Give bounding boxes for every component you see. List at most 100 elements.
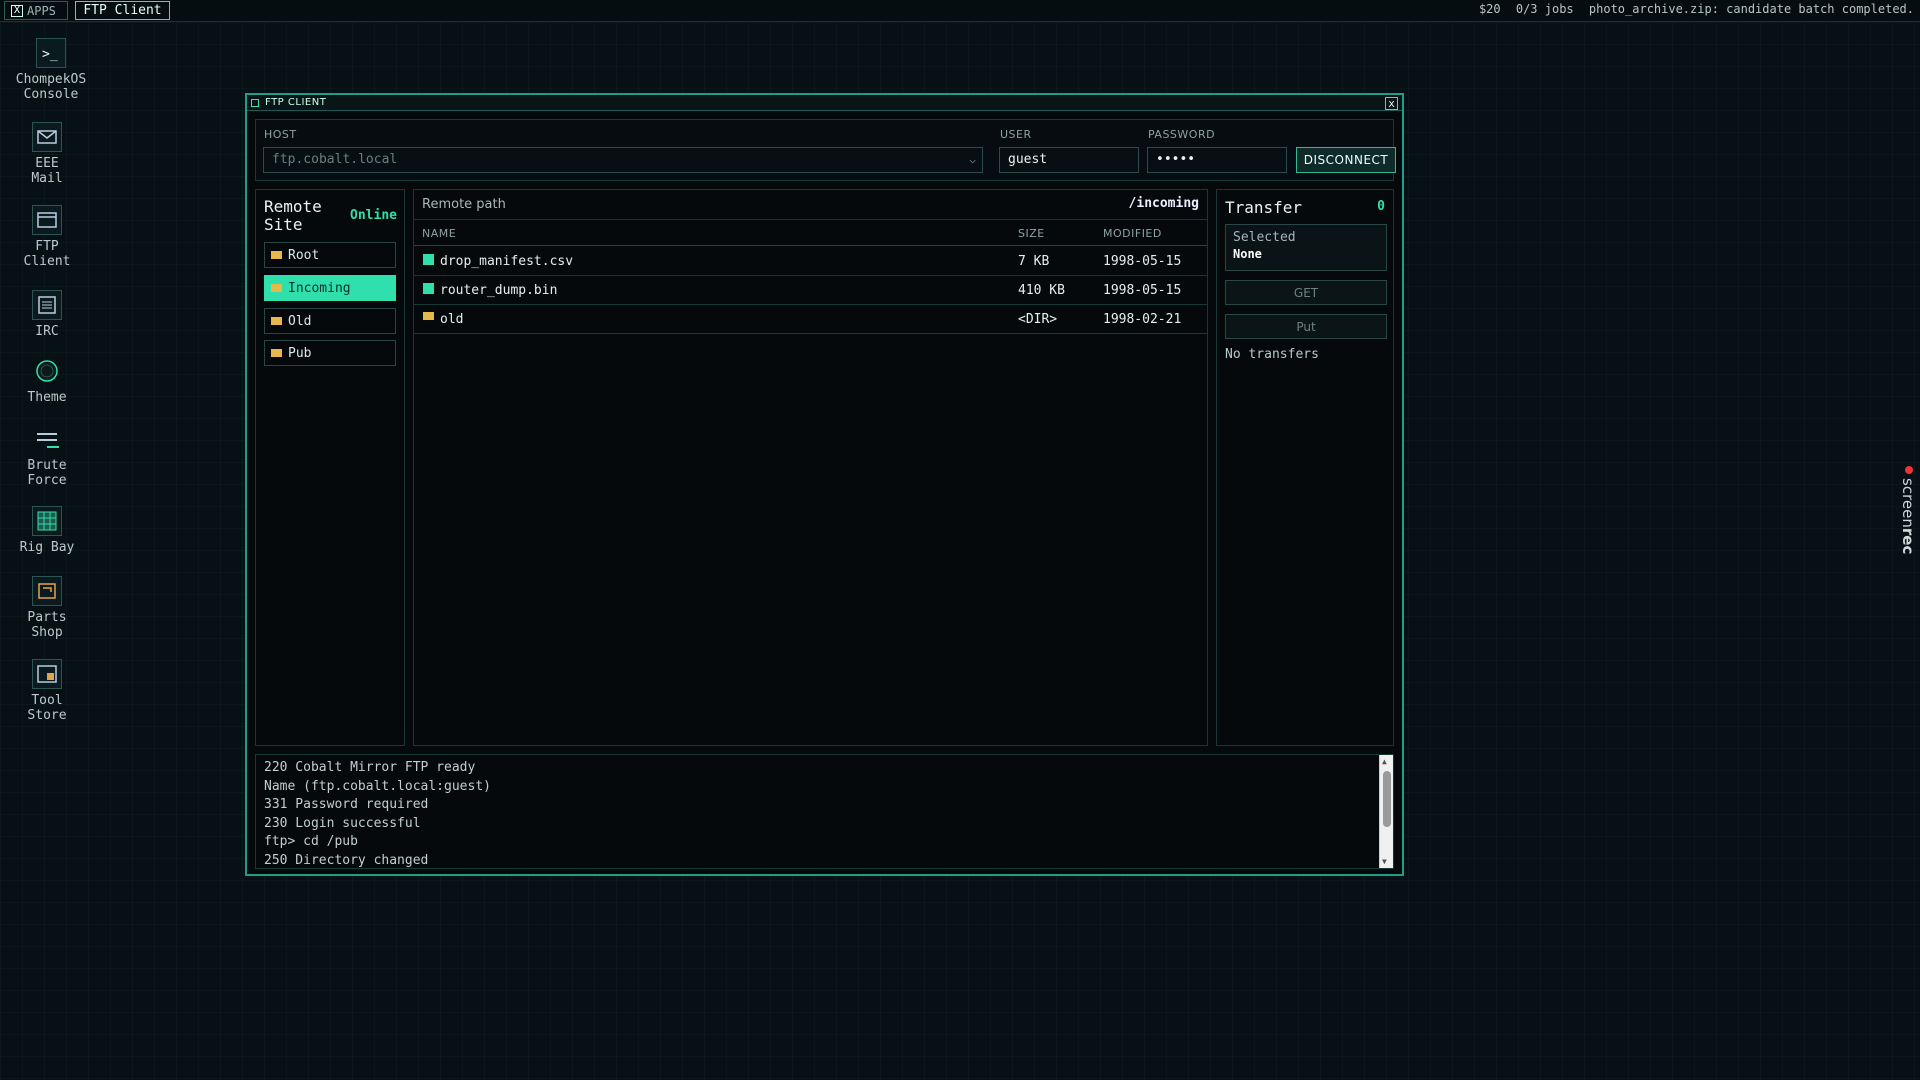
transfer-panel: Transfer 0 Selected None GET Put No tran…: [1216, 189, 1394, 746]
table-row[interactable]: router_dump.bin 410 KB 1998-05-15: [414, 276, 1207, 305]
record-dot-icon: [1905, 466, 1913, 474]
rig-bay-icon: [32, 506, 62, 536]
file-modified: 1998-05-15: [1103, 283, 1182, 298]
irc-icon: [32, 290, 62, 320]
console-log[interactable]: 220 Cobalt Mirror FTP ready Name (ftp.co…: [255, 754, 1394, 869]
column-header-name[interactable]: NAME: [422, 227, 456, 240]
desktop-icon-label: ChompekOS: [15, 72, 87, 87]
apps-label: APPS: [27, 3, 56, 18]
desktop-icon-label: Mail: [31, 171, 63, 186]
screenrec-watermark: screenrec: [1899, 466, 1918, 562]
desktop-icon-label: IRC: [35, 324, 59, 339]
selected-label: Selected: [1233, 230, 1296, 245]
tool-store-icon: [32, 659, 62, 689]
desktop-icon-label: Force: [27, 473, 67, 488]
taskbar-item-ftp-client[interactable]: FTP Client: [75, 1, 170, 20]
file-modified: 1998-02-21: [1103, 312, 1182, 327]
desktop-icon-console[interactable]: >_ ChompekOS Console: [4, 38, 98, 102]
remote-path-label: Remote path: [422, 197, 506, 212]
host-label: HOST: [264, 128, 297, 141]
watermark-text: screenrec: [1899, 478, 1917, 554]
apps-button[interactable]: X APPS: [4, 1, 68, 20]
file-icon: [423, 254, 434, 265]
desktop-icon-theme[interactable]: Theme: [0, 356, 94, 405]
password-input[interactable]: •••••: [1147, 147, 1287, 173]
money-readout: $20: [1478, 2, 1501, 16]
log-line: Name (ftp.cobalt.local:guest): [264, 778, 491, 794]
desktop-icon-rig-bay[interactable]: Rig Bay: [0, 506, 94, 555]
table-row[interactable]: drop_manifest.csv 7 KB 1998-05-15: [414, 247, 1207, 276]
log-scrollbar[interactable]: ▲ ▼: [1379, 755, 1393, 868]
file-size: <DIR>: [1018, 312, 1058, 327]
desktop-icon-label: Tool: [31, 693, 63, 708]
log-line: 230 Login successful: [264, 815, 421, 831]
desktop-icon-label: Parts: [27, 610, 67, 625]
site-item-label: Incoming: [288, 280, 351, 296]
log-line: ftp> cd /pub: [264, 834, 358, 850]
folder-icon: [271, 317, 282, 325]
column-header-modified[interactable]: MODIFIED: [1103, 227, 1162, 240]
apps-logo-icon: X: [11, 4, 23, 17]
desktop-icon-label: Brute: [27, 458, 67, 473]
svg-text:>_: >_: [42, 47, 58, 62]
file-name: router_dump.bin: [440, 283, 558, 298]
desktop-icon-label: Store: [27, 708, 67, 723]
log-line: 331 Password required: [264, 797, 429, 813]
folder-icon: [423, 312, 434, 320]
file-list-panel: Remote path /incoming NAME SIZE MODIFIED…: [413, 189, 1208, 746]
table-row[interactable]: old <DIR> 1998-02-21: [414, 305, 1207, 334]
file-modified: 1998-05-15: [1103, 254, 1182, 269]
terminal-icon: >_: [36, 38, 66, 68]
window-titlebar[interactable]: FTP CLIENT: [247, 95, 1402, 111]
jobs-readout: 0/3 jobs: [1515, 2, 1574, 16]
mail-icon: [32, 122, 62, 152]
disconnect-button[interactable]: DISCONNECT: [1296, 147, 1396, 173]
remote-path-row: Remote path /incoming: [414, 190, 1207, 220]
top-bar: X APPS FTP Client $20 0/3 jobs photo_arc…: [0, 0, 1920, 22]
user-input[interactable]: guest: [999, 147, 1139, 173]
transfer-count: 0: [1377, 199, 1385, 214]
desktop-icon-tool-store[interactable]: Tool Store: [0, 659, 94, 723]
log-line: 220 Cobalt Mirror FTP ready: [264, 760, 476, 775]
put-button[interactable]: Put: [1225, 314, 1387, 339]
watermark-text-bold: rec: [1899, 527, 1917, 555]
watermark-text-light: screen: [1899, 478, 1917, 528]
remote-site-panel: Remote Site Online Root Incoming Old Pub: [255, 189, 405, 746]
desktop-icon-irc[interactable]: IRC: [0, 290, 94, 339]
desktop-icon-label: Rig Bay: [19, 540, 75, 555]
desktop-icon-label: Client: [23, 254, 71, 269]
desktop-icon-ftp-client[interactable]: FTP Client: [0, 205, 94, 269]
status-message: photo_archive.zip: candidate batch compl…: [1588, 2, 1914, 16]
desktop-icon-brute-force[interactable]: Brute Force: [0, 424, 94, 488]
desktop-icon-label: Theme: [27, 390, 67, 405]
status-area: $20 0/3 jobs photo_archive.zip: candidat…: [1471, 2, 1914, 16]
desktop-icon-parts-shop[interactable]: Parts Shop: [0, 576, 94, 640]
scroll-down-icon[interactable]: ▼: [1382, 857, 1387, 866]
site-item-incoming[interactable]: Incoming: [264, 275, 396, 301]
site-item-old[interactable]: Old: [264, 308, 396, 334]
scroll-up-icon[interactable]: ▲: [1382, 757, 1387, 766]
file-name: old: [440, 312, 464, 327]
host-select[interactable]: ftp.cobalt.local ⌵: [263, 147, 983, 173]
scrollbar-thumb[interactable]: [1383, 771, 1391, 827]
selected-value: None: [1233, 247, 1262, 261]
desktop-icon-mail[interactable]: EEE Mail: [0, 122, 94, 186]
get-button[interactable]: GET: [1225, 280, 1387, 305]
log-line: 250 Directory changed: [264, 852, 429, 868]
window-close-button[interactable]: x: [1385, 97, 1398, 110]
transfer-title: Transfer: [1225, 198, 1303, 217]
chevron-down-icon: ⌵: [969, 153, 976, 166]
site-item-root[interactable]: Root: [264, 242, 396, 268]
theme-icon: [32, 356, 62, 386]
site-item-label: Root: [288, 247, 320, 263]
connection-status: Online: [350, 208, 397, 223]
window-title: FTP CLIENT: [265, 97, 327, 108]
column-header-size[interactable]: SIZE: [1018, 227, 1045, 240]
site-item-pub[interactable]: Pub: [264, 340, 396, 366]
file-size: 7 KB: [1018, 254, 1050, 269]
file-name: drop_manifest.csv: [440, 254, 574, 269]
user-label: USER: [1000, 128, 1032, 141]
file-list-header: NAME SIZE MODIFIED: [414, 220, 1207, 246]
desktop-icon-label: EEE: [35, 156, 59, 171]
window-icon: [251, 98, 259, 107]
